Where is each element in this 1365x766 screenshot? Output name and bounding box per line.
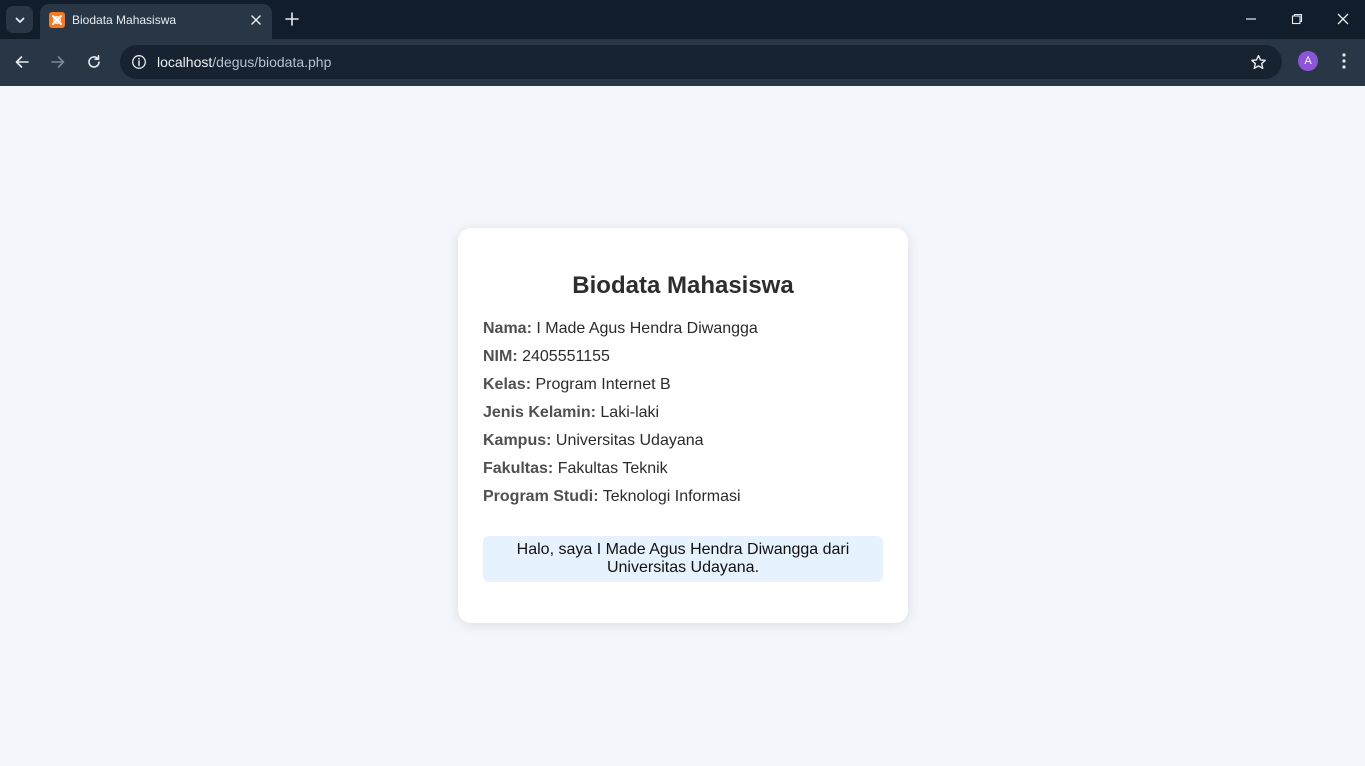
field-value: Teknologi Informasi <box>602 488 741 505</box>
browser-menu-button[interactable] <box>1334 50 1354 72</box>
bookmark-star-icon[interactable] <box>1248 52 1268 72</box>
arrow-left-icon <box>15 56 29 68</box>
url-host: localhost <box>157 54 213 70</box>
restore-button[interactable] <box>1274 4 1320 34</box>
tab-title: Biodata Mahasiswa <box>72 13 177 27</box>
more-vertical-icon <box>1342 53 1346 69</box>
field-label: Jenis Kelamin: <box>483 404 596 421</box>
profile-avatar[interactable]: A <box>1298 51 1318 71</box>
minimize-icon <box>1246 18 1256 20</box>
restore-icon <box>1291 13 1303 25</box>
field-program-studi: Program Studi: Teknologi Informasi <box>483 487 883 515</box>
active-tab[interactable]: Biodata Mahasiswa <box>40 4 272 39</box>
biodata-fields: Nama: I Made Agus Hendra Diwangga NIM: 2… <box>483 319 883 515</box>
page-viewport: Biodata Mahasiswa Nama: I Made Agus Hend… <box>0 86 1365 766</box>
url-text: localhost/degus/biodata.php <box>157 54 331 70</box>
chevron-down-icon <box>15 17 24 23</box>
field-value: Fakultas Teknik <box>557 460 668 477</box>
tab-strip: Biodata Mahasiswa <box>0 0 1365 39</box>
reload-icon <box>88 55 100 68</box>
field-label: NIM: <box>483 348 518 365</box>
reload-button[interactable] <box>82 50 106 74</box>
field-label: Kelas: <box>483 376 532 393</box>
xampp-favicon-icon <box>49 12 65 28</box>
biodata-card: Biodata Mahasiswa Nama: I Made Agus Hend… <box>458 228 908 623</box>
forward-button[interactable] <box>46 50 70 74</box>
site-info-icon[interactable] <box>128 51 150 73</box>
close-window-button[interactable] <box>1320 4 1365 34</box>
url-path: /degus/biodata.php <box>212 54 332 70</box>
greeting-message: Halo, saya I Made Agus Hendra Diwangga d… <box>483 536 883 582</box>
field-kampus: Kampus: Universitas Udayana <box>483 431 883 459</box>
minimize-button[interactable] <box>1228 4 1274 34</box>
arrow-right-icon <box>51 56 65 68</box>
field-value: 2405551155 <box>522 348 610 365</box>
back-button[interactable] <box>10 50 34 74</box>
tab-close-icon[interactable] <box>248 12 264 28</box>
browser-toolbar: localhost/degus/biodata.php A <box>0 39 1365 86</box>
new-tab-button[interactable] <box>282 9 302 29</box>
address-bar[interactable]: localhost/degus/biodata.php <box>120 45 1282 79</box>
field-label: Fakultas: <box>483 460 554 477</box>
field-jenis-kelamin: Jenis Kelamin: Laki-laki <box>483 403 883 431</box>
field-fakultas: Fakultas: Fakultas Teknik <box>483 459 883 487</box>
field-nim: NIM: 2405551155 <box>483 347 883 375</box>
field-label: Nama: <box>483 320 532 337</box>
field-value: Program Internet B <box>535 376 671 393</box>
tab-search-button[interactable] <box>6 6 33 33</box>
field-label: Kampus: <box>483 432 552 449</box>
field-kelas: Kelas: Program Internet B <box>483 375 883 403</box>
page-title: Biodata Mahasiswa <box>572 272 794 299</box>
field-value: I Made Agus Hendra Diwangga <box>536 320 758 337</box>
field-label: Program Studi: <box>483 488 599 505</box>
field-nama: Nama: I Made Agus Hendra Diwangga <box>483 319 883 347</box>
field-value: Universitas Udayana <box>555 432 704 449</box>
close-icon <box>1337 13 1349 25</box>
plus-icon <box>285 12 299 26</box>
field-value: Laki-laki <box>600 404 660 421</box>
